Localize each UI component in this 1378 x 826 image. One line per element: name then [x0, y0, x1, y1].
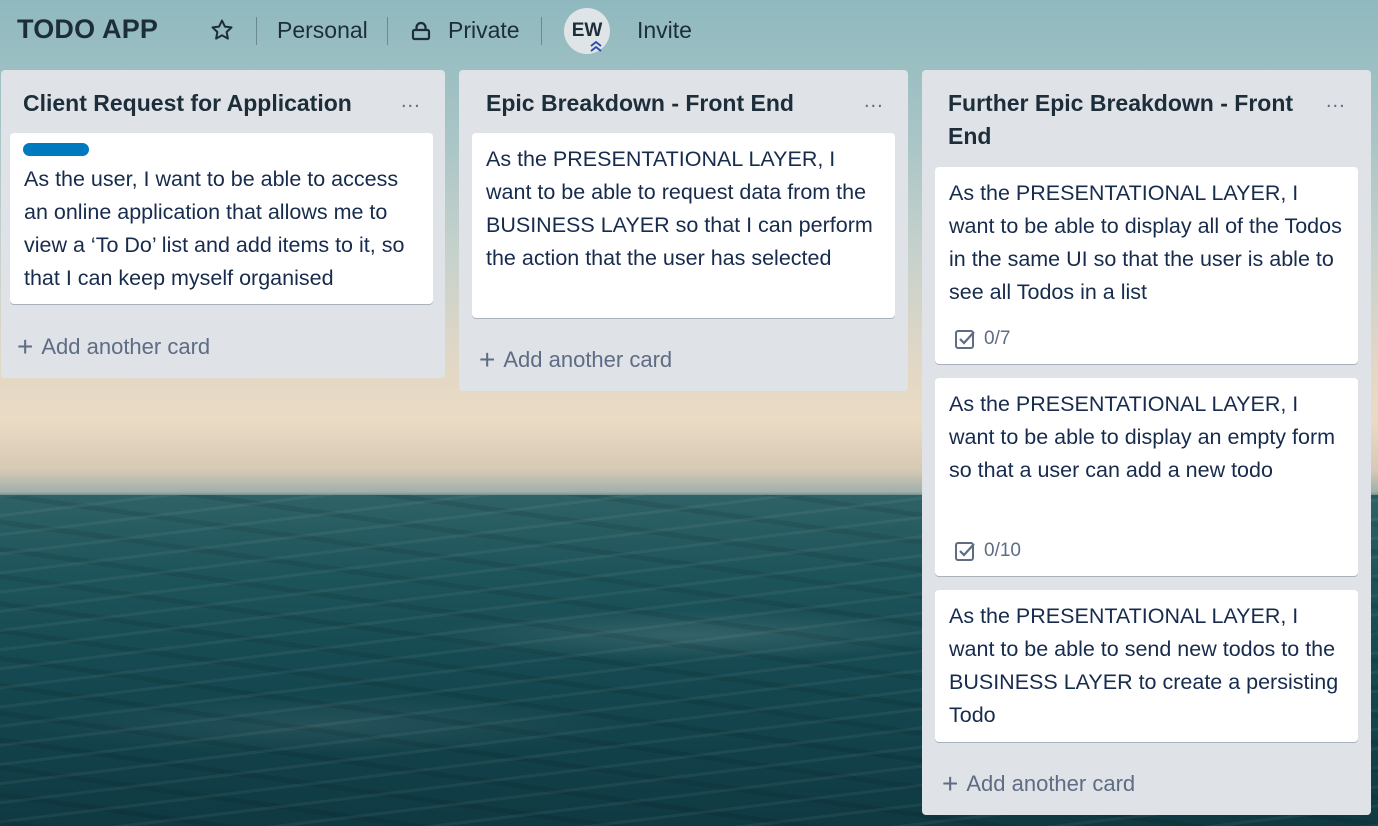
visibility-button[interactable]: Private [410, 17, 520, 44]
list-title[interactable]: Epic Breakdown - Front End [486, 87, 794, 120]
team-button[interactable]: Personal [277, 17, 368, 44]
card[interactable]: As the PRESENTATIONAL LAYER, I want to b… [472, 133, 895, 318]
list-title[interactable]: Client Request for Application [23, 87, 352, 120]
list-menu-button[interactable]: ... [401, 90, 421, 113]
lock-icon [411, 21, 431, 40]
list-client-request: Client Request for Application ... As th… [1, 70, 445, 378]
invite-button[interactable]: Invite [637, 17, 692, 44]
card[interactable]: As the PRESENTATIONAL LAYER, I want to b… [935, 378, 1358, 576]
board-title[interactable]: TODO APP [17, 14, 158, 45]
card-text: As the PRESENTATIONAL LAYER, I want to b… [949, 181, 1342, 304]
add-card-button[interactable]: + Add another card [942, 770, 1135, 798]
card-text: As the user, I want to be able to access… [24, 167, 405, 290]
add-card-label: Add another card [41, 334, 211, 359]
checklist-badge: 0/7 [954, 322, 1010, 355]
plus-icon: + [942, 768, 959, 799]
header-divider [387, 17, 388, 45]
invite-label: Invite [637, 17, 692, 43]
star-button[interactable] [210, 18, 234, 42]
add-card-button[interactable]: + Add another card [479, 346, 672, 374]
header-divider [256, 17, 257, 45]
list-further-epic-breakdown: Further Epic Breakdown - Front End ... A… [922, 70, 1371, 815]
card-text: As the PRESENTATIONAL LAYER, I want to b… [949, 392, 1336, 482]
add-card-label: Add another card [966, 771, 1136, 796]
checklist-icon [955, 329, 975, 349]
plus-icon: + [17, 331, 34, 362]
checklist-count: 0/7 [984, 328, 1011, 349]
list-menu-button[interactable]: ... [864, 90, 884, 113]
visibility-label: Private [448, 17, 520, 43]
list-title[interactable]: Further Epic Breakdown - Front End [948, 87, 1318, 153]
add-card-label: Add another card [503, 347, 673, 372]
list-menu-button[interactable]: ... [1326, 90, 1346, 113]
card-text: As the PRESENTATIONAL LAYER, I want to b… [486, 147, 873, 270]
checklist-count: 0/10 [984, 540, 1021, 561]
card-text: As the PRESENTATIONAL LAYER, I want to b… [949, 604, 1339, 727]
star-icon [211, 19, 233, 40]
team-label: Personal [277, 17, 368, 43]
card-label[interactable] [23, 143, 89, 156]
card[interactable]: As the PRESENTATIONAL LAYER, I want to b… [935, 590, 1358, 742]
list-epic-breakdown: Epic Breakdown - Front End ... As the PR… [459, 70, 908, 391]
plus-icon: + [479, 344, 496, 375]
member-avatar[interactable]: EW [564, 8, 610, 54]
board-header: TODO APP Personal Private EW Invite [0, 0, 1378, 62]
card[interactable]: As the user, I want to be able to access… [10, 133, 433, 304]
chevrons-up-icon [590, 40, 602, 52]
card[interactable]: As the PRESENTATIONAL LAYER, I want to b… [935, 167, 1358, 364]
checklist-icon [955, 541, 975, 561]
checklist-badge: 0/10 [954, 534, 1021, 567]
avatar-initials: EW [571, 20, 603, 41]
add-card-button[interactable]: + Add another card [17, 333, 210, 361]
header-divider [541, 17, 542, 45]
